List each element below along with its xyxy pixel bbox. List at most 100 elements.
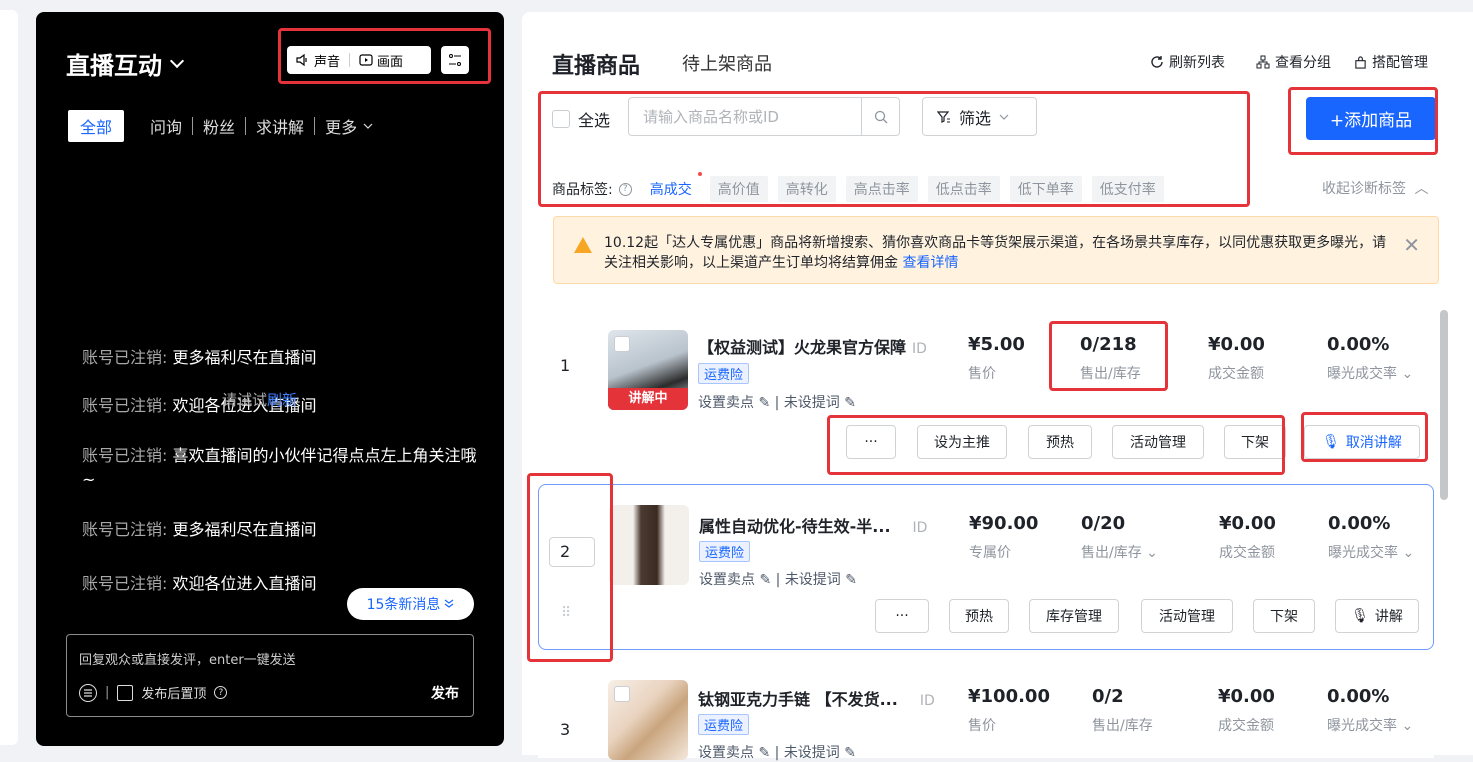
cancel-explain-button[interactable]: 🎙 取消讲解 bbox=[1304, 425, 1420, 459]
row-checkbox[interactable] bbox=[614, 686, 630, 702]
emoji-list-icon[interactable] bbox=[79, 683, 97, 702]
search-button[interactable] bbox=[861, 98, 899, 135]
product-thumbnail[interactable] bbox=[608, 680, 688, 760]
gmv-metric: ¥0.00 成交金额 bbox=[1208, 334, 1265, 383]
product-title[interactable]: 钛钢亚克力手链 【不发货... ID bbox=[698, 686, 935, 710]
edit-icon[interactable]: ✎ bbox=[759, 572, 771, 588]
live-interaction-panel: 直播互动 声音 画面 全部 问询 粉丝 求讲解 更多 账号已注销: 更多福利尽在… bbox=[36, 12, 504, 746]
tab-inquiry[interactable]: 问询 bbox=[140, 114, 192, 138]
reply-box: 回复观众或直接发评，enter一键发送 | 发布后置顶 ? 发布 bbox=[66, 634, 474, 717]
activity-manage-button[interactable]: 活动管理 bbox=[1112, 425, 1204, 459]
tag-low-ctr[interactable]: 低点击率 bbox=[927, 176, 1000, 202]
mic-icon: 🎙 bbox=[1351, 608, 1369, 624]
live-panel-title[interactable]: 直播互动 bbox=[66, 46, 185, 81]
view-groups-label: 查看分组 bbox=[1275, 55, 1331, 71]
sold-stock-value: 0/218 bbox=[1080, 334, 1137, 355]
tag-low-order-rate[interactable]: 低下单率 bbox=[1009, 176, 1082, 202]
conversion-label[interactable]: 曝光成交率 ⌄ bbox=[1327, 715, 1413, 735]
select-all-checkbox[interactable] bbox=[552, 110, 570, 128]
filter-label: 筛选 bbox=[959, 108, 992, 128]
tab-explain-request[interactable]: 求讲解 bbox=[246, 114, 314, 138]
tab-pending-products[interactable]: 待上架商品 bbox=[682, 50, 772, 76]
set-selling-point[interactable]: 设置卖点 bbox=[698, 395, 754, 411]
product-thumbnail[interactable] bbox=[609, 505, 689, 585]
pin-checkbox[interactable] bbox=[117, 684, 134, 701]
help-icon[interactable]: ? bbox=[214, 686, 228, 699]
product-id-tag[interactable]: ID bbox=[913, 520, 928, 536]
tag-high-deal[interactable]: 高成交 bbox=[641, 172, 702, 202]
product-id-tag[interactable]: ID bbox=[920, 693, 935, 709]
send-button[interactable]: 发布 bbox=[431, 683, 459, 703]
sort-number-input[interactable]: 2 bbox=[549, 537, 595, 567]
tag-high-ctr[interactable]: 高点击率 bbox=[845, 176, 918, 202]
refresh-list-label: 刷新列表 bbox=[1169, 55, 1225, 71]
set-selling-point[interactable]: 设置卖点 bbox=[699, 572, 755, 588]
sold-stock-label-text: 售出/库存 bbox=[1081, 545, 1142, 561]
edit-icon[interactable]: ✎ bbox=[845, 572, 857, 588]
edit-icon[interactable]: ✎ bbox=[844, 745, 856, 761]
sound-toggle[interactable]: 声音 bbox=[287, 46, 349, 74]
add-product-button[interactable]: +添加商品 bbox=[1306, 97, 1436, 140]
message-text: 更多福利尽在直播间 bbox=[172, 348, 317, 367]
product-title[interactable]: 【权益测试】火龙果官方保障 ID bbox=[698, 334, 927, 358]
product-title[interactable]: 属性自动优化-待生效-半... ID bbox=[699, 513, 927, 537]
gmv-metric: ¥0.00 成交金额 bbox=[1219, 513, 1276, 562]
gmv-label: 成交金额 bbox=[1208, 366, 1264, 382]
new-messages-button[interactable]: 15条新消息 bbox=[347, 588, 474, 620]
preheat-button[interactable]: 预热 bbox=[949, 599, 1009, 633]
edit-icon[interactable]: ✎ bbox=[758, 745, 770, 761]
edit-icon[interactable]: ✎ bbox=[758, 395, 770, 411]
view-groups-button[interactable]: 查看分组 bbox=[1256, 52, 1331, 72]
set-keyword[interactable]: 未设提词 bbox=[785, 572, 841, 588]
more-button[interactable]: ··· bbox=[875, 599, 929, 633]
tab-all[interactable]: 全部 bbox=[68, 110, 125, 142]
tag-high-conversion[interactable]: 高转化 bbox=[777, 176, 836, 202]
selling-point-line: 设置卖点 ✎ | 未设提词 ✎ bbox=[698, 745, 856, 761]
sold-stock-label[interactable]: 售出/库存 ⌄ bbox=[1081, 542, 1158, 562]
close-icon[interactable]: ✕ bbox=[1403, 233, 1420, 257]
tab-live-products[interactable]: 直播商品 bbox=[552, 48, 640, 80]
product-thumbnail[interactable]: 讲解中 bbox=[608, 330, 688, 410]
preheat-button[interactable]: 预热 bbox=[1028, 425, 1092, 459]
bundle-manage-button[interactable]: 搭配管理 bbox=[1354, 52, 1428, 72]
scrollbar[interactable] bbox=[1440, 310, 1448, 500]
edit-icon[interactable]: ✎ bbox=[844, 395, 856, 411]
conversion-value: 0.00% bbox=[1328, 513, 1391, 534]
collapse-tags-button[interactable]: 收起诊断标签 ︿ bbox=[1322, 178, 1428, 198]
drag-handle-icon[interactable]: ⠿ bbox=[561, 605, 571, 621]
delist-button[interactable]: 下架 bbox=[1253, 599, 1315, 633]
search-input[interactable]: 请输入商品名称或ID bbox=[629, 106, 861, 127]
set-main-button[interactable]: 设为主推 bbox=[917, 425, 1007, 459]
chevron-down-icon bbox=[363, 123, 373, 129]
retry-hint: 请试试刷新 bbox=[222, 389, 297, 410]
conversion-label[interactable]: 曝光成交率 ⌄ bbox=[1328, 542, 1414, 562]
picture-toggle[interactable]: 画面 bbox=[350, 46, 412, 74]
conversion-value: 0.00% bbox=[1327, 334, 1390, 355]
set-keyword[interactable]: 未设提词 bbox=[784, 745, 840, 761]
filter-dropdown[interactable]: 筛选 bbox=[922, 97, 1037, 136]
row-checkbox[interactable] bbox=[614, 336, 630, 352]
notice-details-link[interactable]: 查看详情 bbox=[902, 255, 958, 271]
activity-manage-button[interactable]: 活动管理 bbox=[1141, 599, 1233, 633]
explain-button[interactable]: 🎙 讲解 bbox=[1335, 599, 1419, 633]
stock-manage-button[interactable]: 库存管理 bbox=[1029, 599, 1119, 633]
tag-high-value[interactable]: 高价值 bbox=[709, 176, 768, 202]
refresh-list-button[interactable]: 刷新列表 bbox=[1150, 52, 1225, 72]
conversion-label[interactable]: 曝光成交率 ⌄ bbox=[1327, 363, 1413, 383]
mic-icon: 🎙 bbox=[1322, 434, 1340, 450]
select-all[interactable]: 全选 bbox=[552, 107, 610, 131]
delist-button[interactable]: 下架 bbox=[1224, 425, 1286, 459]
tab-fans[interactable]: 粉丝 bbox=[193, 114, 245, 138]
new-messages-label: 15条新消息 bbox=[366, 597, 441, 613]
tab-more[interactable]: 更多 bbox=[315, 114, 373, 138]
tag-low-pay-rate[interactable]: 低支付率 bbox=[1091, 176, 1164, 202]
set-keyword[interactable]: 未设提词 bbox=[784, 395, 840, 411]
speaker-icon bbox=[296, 54, 307, 66]
refresh-link[interactable]: 刷新 bbox=[267, 391, 297, 409]
more-button[interactable]: ··· bbox=[846, 425, 896, 459]
layout-settings-button[interactable] bbox=[441, 46, 469, 74]
reply-input[interactable]: 回复观众或直接发评，enter一键发送 bbox=[79, 649, 296, 668]
help-icon[interactable]: ? bbox=[618, 182, 632, 196]
set-selling-point[interactable]: 设置卖点 bbox=[698, 745, 754, 761]
product-id-tag[interactable]: ID bbox=[912, 341, 927, 357]
